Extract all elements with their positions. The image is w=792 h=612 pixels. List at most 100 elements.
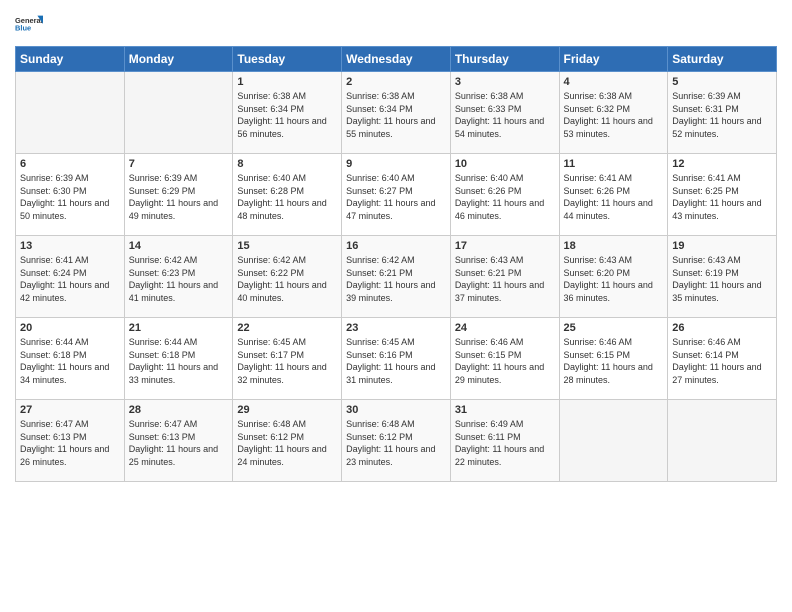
calendar-header-day: Tuesday <box>233 47 342 72</box>
day-number: 21 <box>129 322 229 334</box>
calendar-cell: 6 Sunrise: 6:39 AMSunset: 6:30 PMDaylight… <box>16 154 125 236</box>
day-info: Sunrise: 6:39 AMSunset: 6:30 PMDaylight:… <box>20 172 120 222</box>
calendar-cell <box>16 72 125 154</box>
day-info: Sunrise: 6:39 AMSunset: 6:29 PMDaylight:… <box>129 172 229 222</box>
day-info: Sunrise: 6:46 AMSunset: 6:14 PMDaylight:… <box>672 336 772 386</box>
header: General Blue <box>15 10 777 38</box>
calendar-cell: 20 Sunrise: 6:44 AMSunset: 6:18 PMDayligh… <box>16 318 125 400</box>
day-number: 14 <box>129 240 229 252</box>
day-info: Sunrise: 6:48 AMSunset: 6:12 PMDaylight:… <box>237 418 337 468</box>
day-info: Sunrise: 6:38 AMSunset: 6:34 PMDaylight:… <box>237 90 337 140</box>
day-number: 23 <box>346 322 446 334</box>
day-info: Sunrise: 6:47 AMSunset: 6:13 PMDaylight:… <box>129 418 229 468</box>
day-number: 6 <box>20 158 120 170</box>
day-number: 24 <box>455 322 555 334</box>
calendar-cell <box>668 400 777 482</box>
day-info: Sunrise: 6:40 AMSunset: 6:26 PMDaylight:… <box>455 172 555 222</box>
day-info: Sunrise: 6:48 AMSunset: 6:12 PMDaylight:… <box>346 418 446 468</box>
day-info: Sunrise: 6:45 AMSunset: 6:17 PMDaylight:… <box>237 336 337 386</box>
calendar-cell: 23 Sunrise: 6:45 AMSunset: 6:16 PMDayligh… <box>342 318 451 400</box>
calendar-cell: 30 Sunrise: 6:48 AMSunset: 6:12 PMDayligh… <box>342 400 451 482</box>
day-info: Sunrise: 6:40 AMSunset: 6:28 PMDaylight:… <box>237 172 337 222</box>
day-info: Sunrise: 6:38 AMSunset: 6:34 PMDaylight:… <box>346 90 446 140</box>
day-info: Sunrise: 6:41 AMSunset: 6:24 PMDaylight:… <box>20 254 120 304</box>
calendar-cell: 24 Sunrise: 6:46 AMSunset: 6:15 PMDayligh… <box>450 318 559 400</box>
calendar-cell: 3 Sunrise: 6:38 AMSunset: 6:33 PMDaylight… <box>450 72 559 154</box>
day-number: 25 <box>564 322 664 334</box>
day-info: Sunrise: 6:38 AMSunset: 6:33 PMDaylight:… <box>455 90 555 140</box>
day-info: Sunrise: 6:44 AMSunset: 6:18 PMDaylight:… <box>20 336 120 386</box>
calendar-cell: 14 Sunrise: 6:42 AMSunset: 6:23 PMDayligh… <box>124 236 233 318</box>
calendar-cell: 22 Sunrise: 6:45 AMSunset: 6:17 PMDayligh… <box>233 318 342 400</box>
day-number: 18 <box>564 240 664 252</box>
calendar-cell: 7Sunrise: 6:39 AMSunset: 6:29 PMDaylight… <box>124 154 233 236</box>
day-info: Sunrise: 6:45 AMSunset: 6:16 PMDaylight:… <box>346 336 446 386</box>
day-number: 8 <box>237 158 337 170</box>
day-info: Sunrise: 6:40 AMSunset: 6:27 PMDaylight:… <box>346 172 446 222</box>
day-number: 22 <box>237 322 337 334</box>
day-number: 31 <box>455 404 555 416</box>
day-info: Sunrise: 6:42 AMSunset: 6:21 PMDaylight:… <box>346 254 446 304</box>
calendar-week-row: 20 Sunrise: 6:44 AMSunset: 6:18 PMDayligh… <box>16 318 777 400</box>
day-number: 30 <box>346 404 446 416</box>
day-info: Sunrise: 6:41 AMSunset: 6:25 PMDaylight:… <box>672 172 772 222</box>
day-number: 15 <box>237 240 337 252</box>
calendar-header-day: Monday <box>124 47 233 72</box>
calendar-cell: 29 Sunrise: 6:48 AMSunset: 6:12 PMDayligh… <box>233 400 342 482</box>
day-info: Sunrise: 6:49 AMSunset: 6:11 PMDaylight:… <box>455 418 555 468</box>
day-number: 27 <box>20 404 120 416</box>
day-info: Sunrise: 6:42 AMSunset: 6:22 PMDaylight:… <box>237 254 337 304</box>
day-info: Sunrise: 6:43 AMSunset: 6:19 PMDaylight:… <box>672 254 772 304</box>
day-number: 19 <box>672 240 772 252</box>
day-info: Sunrise: 6:39 AMSunset: 6:31 PMDaylight:… <box>672 90 772 140</box>
calendar-cell: 4 Sunrise: 6:38 AMSunset: 6:32 PMDaylight… <box>559 72 668 154</box>
day-info: Sunrise: 6:42 AMSunset: 6:23 PMDaylight:… <box>129 254 229 304</box>
calendar-cell: 10 Sunrise: 6:40 AMSunset: 6:26 PMDayligh… <box>450 154 559 236</box>
calendar-cell: 25 Sunrise: 6:46 AMSunset: 6:15 PMDayligh… <box>559 318 668 400</box>
calendar-header-day: Thursday <box>450 47 559 72</box>
calendar-week-row: 13 Sunrise: 6:41 AMSunset: 6:24 PMDayligh… <box>16 236 777 318</box>
day-info: Sunrise: 6:38 AMSunset: 6:32 PMDaylight:… <box>564 90 664 140</box>
calendar-cell: 16 Sunrise: 6:42 AMSunset: 6:21 PMDayligh… <box>342 236 451 318</box>
calendar-cell: 9Sunrise: 6:40 AMSunset: 6:27 PMDaylight… <box>342 154 451 236</box>
day-number: 16 <box>346 240 446 252</box>
day-number: 1 <box>237 76 337 88</box>
calendar-cell: 18 Sunrise: 6:43 AMSunset: 6:20 PMDayligh… <box>559 236 668 318</box>
page: General Blue SundayMondayTuesdayWednesda… <box>0 0 792 612</box>
calendar-cell <box>124 72 233 154</box>
day-info: Sunrise: 6:46 AMSunset: 6:15 PMDaylight:… <box>564 336 664 386</box>
calendar-cell: 5Sunrise: 6:39 AMSunset: 6:31 PMDaylight… <box>668 72 777 154</box>
calendar-header-day: Sunday <box>16 47 125 72</box>
general-blue-logo-icon: General Blue <box>15 10 43 38</box>
calendar-cell: 17 Sunrise: 6:43 AMSunset: 6:21 PMDayligh… <box>450 236 559 318</box>
day-number: 26 <box>672 322 772 334</box>
calendar-table: SundayMondayTuesdayWednesdayThursdayFrid… <box>15 46 777 482</box>
calendar-cell: 21 Sunrise: 6:44 AMSunset: 6:18 PMDayligh… <box>124 318 233 400</box>
calendar-cell: 19 Sunrise: 6:43 AMSunset: 6:19 PMDayligh… <box>668 236 777 318</box>
calendar-cell: 13 Sunrise: 6:41 AMSunset: 6:24 PMDayligh… <box>16 236 125 318</box>
day-info: Sunrise: 6:46 AMSunset: 6:15 PMDaylight:… <box>455 336 555 386</box>
calendar-header-day: Wednesday <box>342 47 451 72</box>
day-number: 10 <box>455 158 555 170</box>
svg-text:Blue: Blue <box>15 24 31 33</box>
calendar-cell: 2Sunrise: 6:38 AMSunset: 6:34 PMDaylight… <box>342 72 451 154</box>
day-info: Sunrise: 6:41 AMSunset: 6:26 PMDaylight:… <box>564 172 664 222</box>
day-info: Sunrise: 6:43 AMSunset: 6:20 PMDaylight:… <box>564 254 664 304</box>
day-number: 13 <box>20 240 120 252</box>
calendar-cell: 31 Sunrise: 6:49 AMSunset: 6:11 PMDayligh… <box>450 400 559 482</box>
day-info: Sunrise: 6:44 AMSunset: 6:18 PMDaylight:… <box>129 336 229 386</box>
calendar-cell: 28 Sunrise: 6:47 AMSunset: 6:13 PMDayligh… <box>124 400 233 482</box>
day-number: 28 <box>129 404 229 416</box>
day-number: 17 <box>455 240 555 252</box>
day-info: Sunrise: 6:47 AMSunset: 6:13 PMDaylight:… <box>20 418 120 468</box>
calendar-cell <box>559 400 668 482</box>
day-number: 29 <box>237 404 337 416</box>
day-info: Sunrise: 6:43 AMSunset: 6:21 PMDaylight:… <box>455 254 555 304</box>
calendar-cell: 11Sunrise: 6:41 AMSunset: 6:26 PMDayligh… <box>559 154 668 236</box>
day-number: 3 <box>455 76 555 88</box>
day-number: 4 <box>564 76 664 88</box>
day-number: 12 <box>672 158 772 170</box>
calendar-cell: 26 Sunrise: 6:46 AMSunset: 6:14 PMDayligh… <box>668 318 777 400</box>
calendar-cell: 8 Sunrise: 6:40 AMSunset: 6:28 PMDaylight… <box>233 154 342 236</box>
day-number: 20 <box>20 322 120 334</box>
